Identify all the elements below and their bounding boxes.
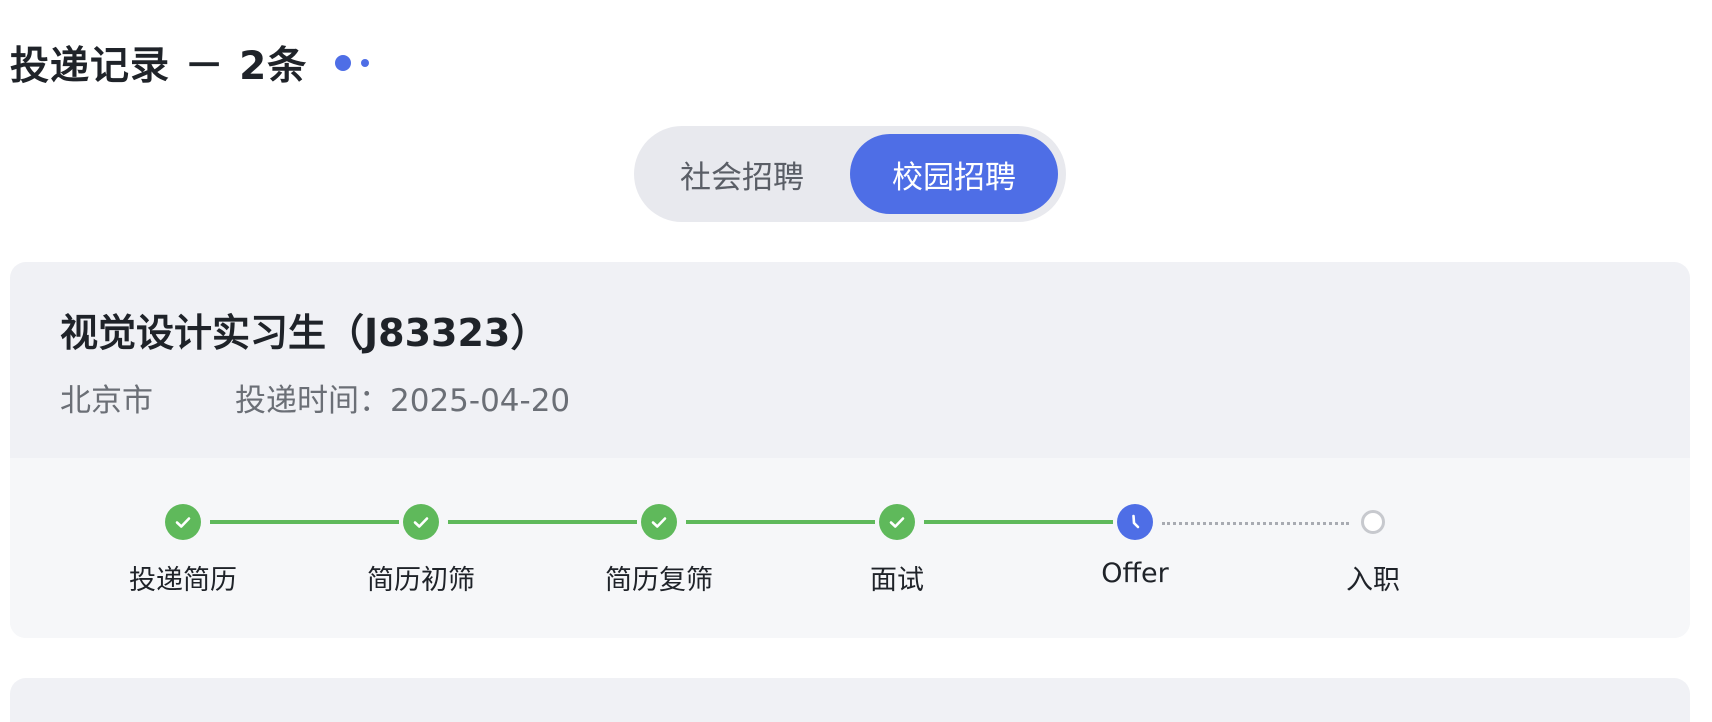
check-icon	[165, 504, 201, 540]
progress-step: 投递简历	[83, 458, 283, 638]
empty-circle-icon	[1361, 510, 1385, 534]
progress-step-label: 简历复筛	[605, 565, 713, 596]
application-progress: 投递简历 简历初筛 简历复筛 面试 Offer 入职	[10, 458, 1690, 638]
progress-step: Offer	[1035, 458, 1235, 638]
job-title: 视觉设计实习生（J83323）	[60, 311, 549, 355]
page-header: 投递记录 － 2条	[10, 38, 370, 89]
progress-step: 面试	[797, 458, 997, 638]
progress-step-label: 投递简历	[129, 565, 237, 596]
progress-step: 入职	[1273, 458, 1473, 638]
job-city: 北京市	[60, 383, 153, 419]
check-icon	[641, 504, 677, 540]
application-card[interactable]	[10, 678, 1690, 722]
clock-icon	[1117, 504, 1153, 540]
applied-time-value: 2025-04-20	[390, 383, 571, 419]
progress-step: 简历复筛	[559, 458, 759, 638]
check-icon	[879, 504, 915, 540]
application-records-page: 投递记录 － 2条 社会招聘 校园招聘 视觉设计实习生（J83323） 北京市 …	[0, 0, 1712, 722]
applied-time: 投递时间：2025-04-20	[235, 375, 570, 420]
application-card[interactable]: 视觉设计实习生（J83323） 北京市 投递时间：2025-04-20 投递简历	[10, 262, 1690, 638]
progress-step-label: Offer	[1101, 558, 1169, 589]
progress-step-label: 简历初筛	[367, 565, 475, 596]
progress-step: 简历初筛	[321, 458, 521, 638]
tab-social-recruitment[interactable]: 社会招聘	[642, 134, 842, 214]
applied-time-label: 投递时间：	[235, 383, 390, 419]
recruitment-type-toggle: 社会招聘 校园招聘	[634, 126, 1066, 222]
check-icon	[403, 504, 439, 540]
job-meta: 北京市 投递时间：2025-04-20	[60, 375, 570, 420]
progress-step-label: 面试	[870, 565, 924, 596]
progress-step-label: 入职	[1346, 565, 1400, 596]
page-title: 投递记录 － 2条	[10, 44, 308, 89]
decorative-dots-icon	[335, 55, 370, 71]
tab-campus-recruitment[interactable]: 校园招聘	[850, 134, 1058, 214]
